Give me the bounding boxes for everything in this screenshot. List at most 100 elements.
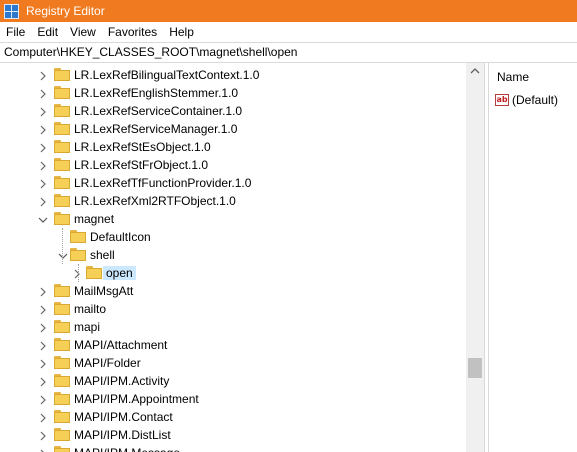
folder-icon [54, 320, 70, 333]
tree-item-label: MAPI/IPM.DistList [74, 428, 171, 442]
tree-item-label: MAPI/IPM.Message [74, 446, 180, 452]
tree-item[interactable]: LR.LexRefTfFunctionProvider.1.0 [0, 174, 466, 192]
folder-icon [54, 302, 70, 315]
tree-item[interactable]: MAPI/IPM.Activity [0, 372, 466, 390]
address-bar[interactable]: Computer\HKEY_CLASSES_ROOT\magnet\shell\… [0, 42, 577, 63]
chevron-right-icon[interactable] [38, 412, 48, 423]
tree-item[interactable]: LR.LexRefXml2RTFObject.1.0 [0, 192, 466, 210]
tree-item[interactable]: LR.LexRefServiceContainer.1.0 [0, 102, 466, 120]
folder-icon [86, 266, 102, 279]
menu-bar: File Edit View Favorites Help [0, 22, 577, 42]
folder-icon [54, 140, 70, 153]
chevron-right-icon[interactable] [38, 88, 48, 99]
folder-icon [54, 392, 70, 405]
tree-item-label: DefaultIcon [90, 230, 151, 244]
folder-icon [54, 122, 70, 135]
tree-item-label: MAPI/Attachment [74, 338, 168, 352]
chevron-right-icon[interactable] [38, 358, 48, 369]
value-row[interactable]: ab (Default) [495, 92, 558, 108]
menu-file[interactable]: File [0, 25, 31, 39]
tree-item-label: LR.LexRefStEsObject.1.0 [74, 140, 211, 154]
registry-key-tree[interactable]: LR.LexRefBilingualTextContext.1.0 LR.LexR… [0, 63, 484, 452]
tree-item[interactable]: DefaultIcon [0, 228, 466, 246]
tree-item-label: mailto [74, 302, 107, 316]
tree-item-label: LR.LexRefTfFunctionProvider.1.0 [74, 176, 252, 190]
folder-icon [54, 428, 70, 441]
tree-item-label: mapi [74, 320, 101, 334]
chevron-right-icon[interactable] [38, 448, 48, 452]
chevron-right-icon[interactable] [38, 376, 48, 387]
tree-item[interactable]: magnet [0, 210, 466, 228]
tree-guide-line [78, 264, 79, 282]
tree-item-label: MAPI/IPM.Contact [74, 410, 173, 424]
folder-icon [54, 356, 70, 369]
chevron-right-icon[interactable] [38, 430, 48, 441]
folder-icon [54, 194, 70, 207]
chevron-right-icon[interactable] [38, 322, 48, 333]
chevron-right-icon[interactable] [38, 340, 48, 351]
tree-item[interactable]: MAPI/Folder [0, 354, 466, 372]
menu-favorites[interactable]: Favorites [102, 25, 163, 39]
chevron-right-icon[interactable] [38, 70, 48, 81]
tree-item[interactable]: MAPI/IPM.Message [0, 444, 466, 452]
column-header-name[interactable]: Name [497, 70, 529, 84]
tree-item[interactable]: MAPI/IPM.DistList [0, 426, 466, 444]
folder-icon [54, 68, 70, 81]
chevron-right-icon[interactable] [38, 304, 48, 315]
tree-item[interactable]: MailMsgAtt [0, 282, 466, 300]
folder-icon [54, 176, 70, 189]
tree-item-label: MAPI/IPM.Appointment [74, 392, 199, 406]
tree-item[interactable]: LR.LexRefStEsObject.1.0 [0, 138, 466, 156]
folder-icon [54, 212, 70, 225]
tree-item[interactable]: mapi [0, 318, 466, 336]
tree-item-label: MAPI/IPM.Activity [74, 374, 170, 388]
title-bar: Registry Editor [0, 0, 577, 22]
chevron-right-icon[interactable] [38, 196, 48, 207]
tree-item[interactable]: LR.LexRefEnglishStemmer.1.0 [0, 84, 466, 102]
registry-editor-app-icon [4, 4, 19, 19]
chevron-right-icon[interactable] [38, 286, 48, 297]
folder-icon [54, 446, 70, 452]
folder-icon [54, 158, 70, 171]
tree-item[interactable]: LR.LexRefServiceManager.1.0 [0, 120, 466, 138]
tree-item[interactable]: LR.LexRefBilingualTextContext.1.0 [0, 66, 466, 84]
chevron-down-icon[interactable] [38, 214, 48, 224]
chevron-right-icon[interactable] [38, 394, 48, 405]
tree-item-label: open [103, 266, 136, 280]
tree-vertical-scrollbar[interactable] [466, 63, 484, 452]
chevron-down-icon[interactable] [58, 250, 68, 260]
chevron-right-icon[interactable] [72, 268, 82, 279]
value-name: (Default) [512, 93, 559, 107]
string-value-icon: ab [495, 94, 509, 106]
tree-item[interactable]: shell [0, 246, 466, 264]
folder-icon [54, 284, 70, 297]
tree-item[interactable]: mailto [0, 300, 466, 318]
chevron-right-icon[interactable] [38, 142, 48, 153]
tree-item-label: shell [90, 248, 115, 262]
folder-icon [54, 410, 70, 423]
menu-edit[interactable]: Edit [31, 25, 64, 39]
folder-icon [70, 230, 86, 243]
scroll-up-arrow-icon[interactable] [466, 63, 484, 80]
menu-help[interactable]: Help [163, 25, 200, 39]
menu-view[interactable]: View [64, 25, 102, 39]
window-title: Registry Editor [26, 4, 105, 18]
tree-item[interactable]: LR.LexRefStFrObject.1.0 [0, 156, 466, 174]
chevron-right-icon[interactable] [38, 160, 48, 171]
tree-item[interactable]: MAPI/IPM.Contact [0, 408, 466, 426]
tree-item-label: LR.LexRefXml2RTFObject.1.0 [74, 194, 236, 208]
folder-icon [54, 374, 70, 387]
tree-item[interactable]: MAPI/Attachment [0, 336, 466, 354]
tree-item[interactable]: MAPI/IPM.Appointment [0, 390, 466, 408]
tree-item[interactable]: open [0, 264, 466, 282]
tree-item-label: LR.LexRefEnglishStemmer.1.0 [74, 86, 239, 100]
folder-icon [54, 338, 70, 351]
scroll-thumb[interactable] [468, 358, 482, 378]
folder-icon [54, 104, 70, 117]
folder-icon [54, 86, 70, 99]
tree-item-label: MailMsgAtt [74, 284, 134, 298]
chevron-right-icon[interactable] [38, 178, 48, 189]
folder-icon [70, 248, 86, 261]
chevron-right-icon[interactable] [38, 106, 48, 117]
chevron-right-icon[interactable] [38, 124, 48, 135]
